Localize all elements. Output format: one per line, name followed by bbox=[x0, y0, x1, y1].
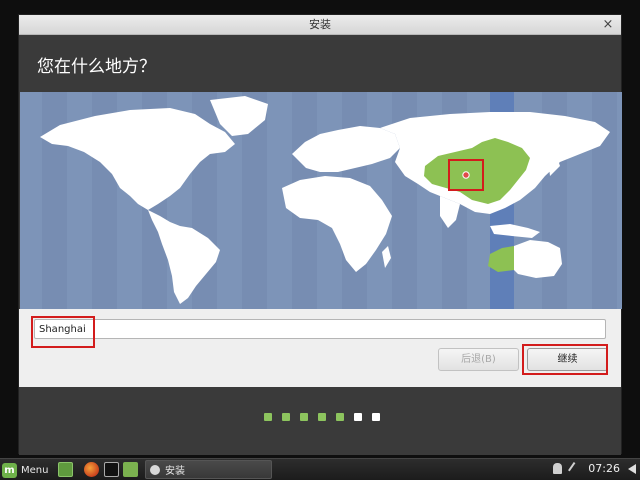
selected-city-pin[interactable] bbox=[462, 171, 470, 179]
progress-dot bbox=[318, 413, 326, 421]
header: 您在什么地方？ bbox=[19, 35, 621, 91]
window-title: 安装 bbox=[309, 18, 331, 31]
progress-dot bbox=[354, 413, 362, 421]
volume-icon[interactable] bbox=[628, 463, 636, 474]
taskbar: m Menu 安装 07:26 bbox=[0, 458, 640, 480]
taskbar-task-label: 安装 bbox=[165, 466, 185, 477]
city-input[interactable] bbox=[34, 319, 606, 339]
world-map-svg[interactable] bbox=[20, 92, 622, 309]
system-tray: 07:26 bbox=[553, 461, 636, 476]
installer-window: 安装 × 您在什么地方？ Shanghai 后退(B) 继续 bbox=[18, 14, 622, 455]
user-icon[interactable] bbox=[553, 463, 563, 474]
continue-button[interactable]: 继续 bbox=[527, 348, 608, 371]
window-titlebar[interactable]: 安装 × bbox=[19, 15, 621, 35]
files-icon[interactable] bbox=[123, 462, 138, 477]
footer bbox=[19, 387, 621, 455]
menu-button[interactable]: m Menu bbox=[2, 461, 48, 479]
progress-dots bbox=[264, 413, 380, 421]
mint-logo-icon: m bbox=[2, 462, 17, 478]
continent-australia bbox=[514, 240, 562, 278]
close-icon[interactable]: × bbox=[601, 18, 615, 32]
progress-dot bbox=[336, 413, 344, 421]
clock[interactable]: 07:26 bbox=[588, 462, 620, 475]
page-title: 您在什么地方？ bbox=[37, 57, 156, 77]
progress-dot bbox=[282, 413, 290, 421]
progress-dot bbox=[372, 413, 380, 421]
taskbar-installer-button[interactable]: 安装 bbox=[145, 460, 272, 479]
madagascar bbox=[382, 246, 391, 268]
show-desktop-icon[interactable] bbox=[58, 462, 73, 477]
timezone-map[interactable] bbox=[20, 92, 622, 309]
progress-dot bbox=[264, 413, 272, 421]
network-icon[interactable] bbox=[568, 461, 583, 476]
firefox-icon[interactable] bbox=[84, 462, 99, 477]
menu-label: Menu bbox=[21, 464, 49, 476]
location-panel: 后退(B) 继续 bbox=[19, 309, 621, 387]
back-button[interactable]: 后退(B) bbox=[438, 348, 519, 371]
installer-task-icon bbox=[150, 464, 160, 475]
progress-dot bbox=[300, 413, 308, 421]
terminal-icon[interactable] bbox=[104, 462, 119, 477]
